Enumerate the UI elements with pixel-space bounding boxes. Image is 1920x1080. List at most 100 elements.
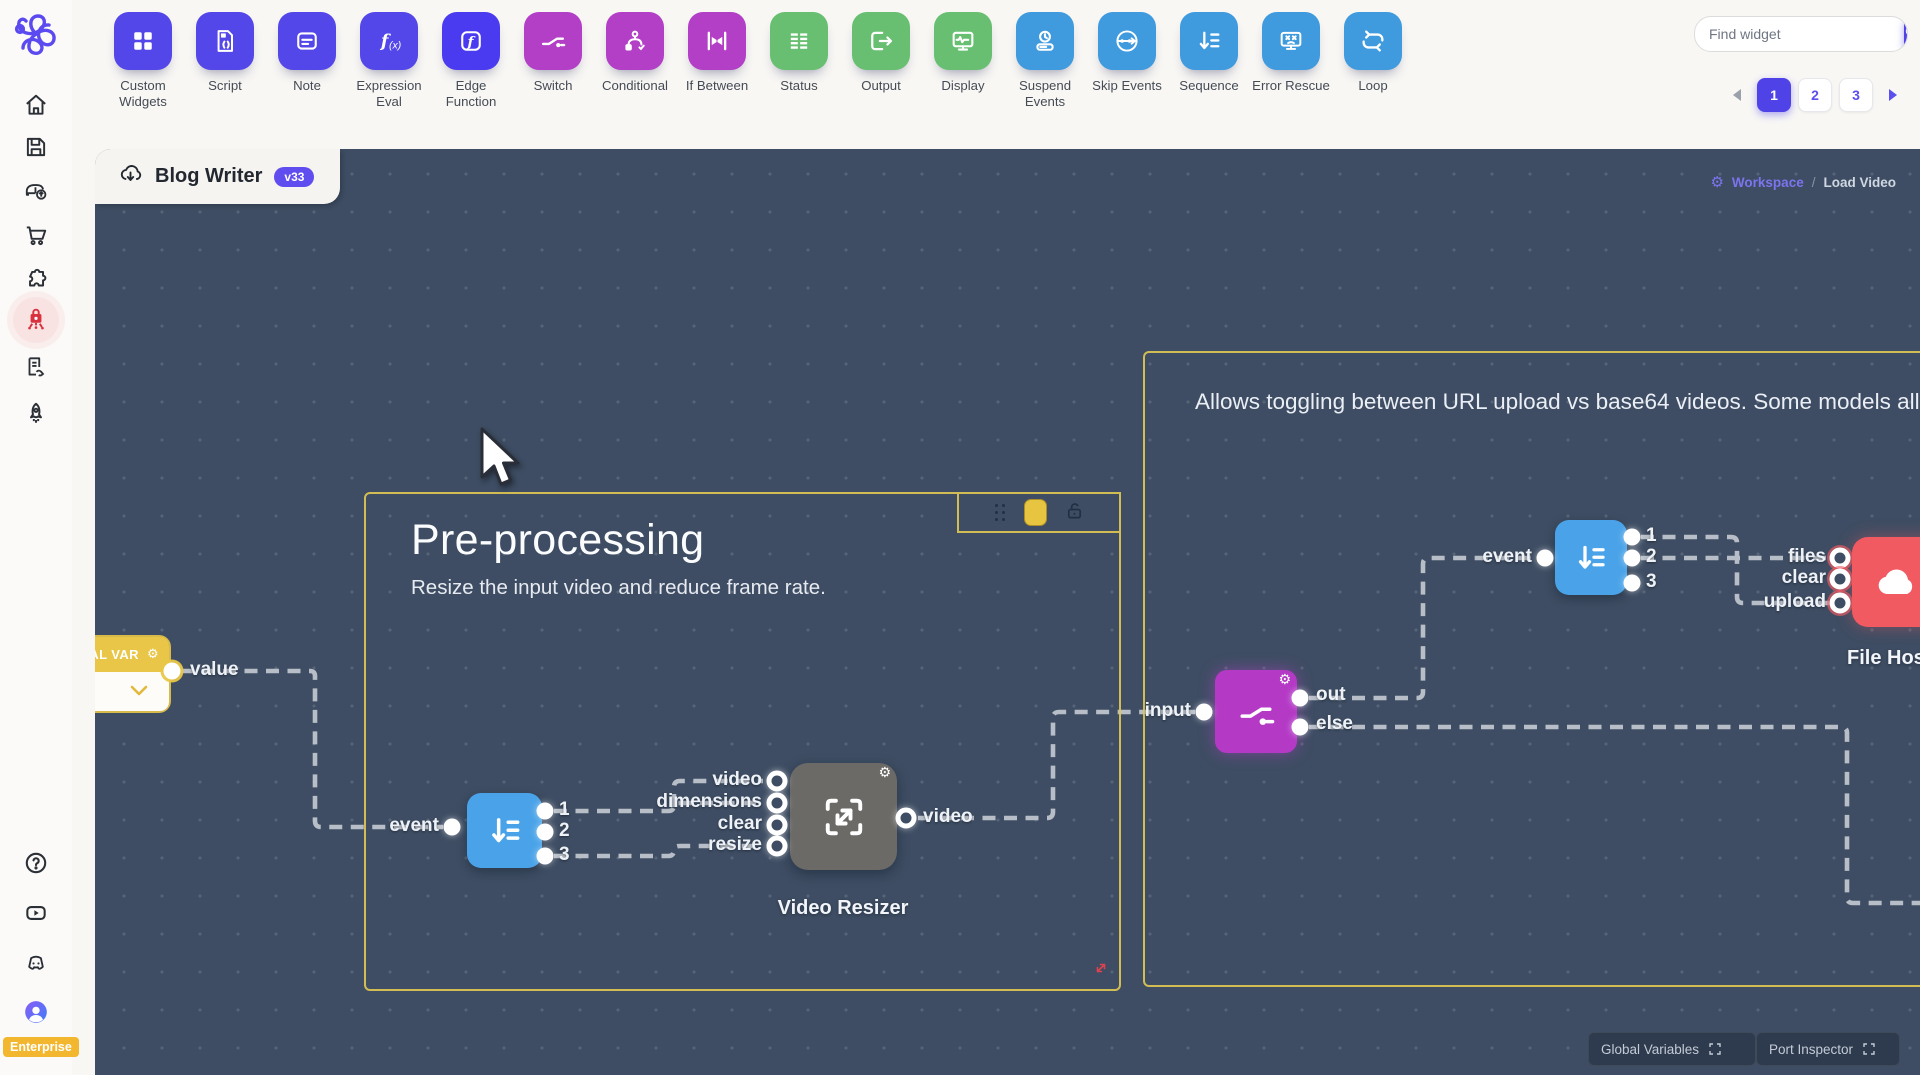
port-label-input: input [1145, 700, 1191, 722]
flow-canvas[interactable]: Blog Writer v33 ⚙ Workspace / Load Video… [95, 149, 1920, 1075]
node-file-host[interactable] [1852, 537, 1920, 627]
sequence-icon [1180, 12, 1238, 70]
widget-if-between[interactable]: If Between [676, 12, 758, 109]
port-resize-in[interactable] [767, 836, 788, 857]
gear-icon[interactable]: ⚙ [147, 647, 159, 662]
drag-handle-icon[interactable] [995, 504, 1006, 522]
port-seq-1[interactable] [537, 803, 554, 820]
port-event-in[interactable] [444, 819, 461, 836]
version-badge: v33 [274, 167, 314, 187]
next-page-button[interactable] [1880, 82, 1906, 108]
svg-text:f: f [467, 34, 477, 50]
widget-script[interactable]: Script [184, 12, 266, 109]
port-input-in[interactable] [1196, 704, 1213, 721]
global-var-select[interactable] [95, 672, 169, 711]
sidebar-item-discord[interactable] [23, 950, 49, 976]
group-subtitle: Resize the input video and reduce frame … [411, 576, 826, 600]
prev-page-button[interactable] [1724, 82, 1750, 108]
widget-status[interactable]: Status [758, 12, 840, 109]
page-button-1[interactable]: 1 [1757, 78, 1791, 112]
port-files-in[interactable] [1830, 548, 1851, 569]
widget-error-rescue[interactable]: Error Rescue [1250, 12, 1332, 109]
resize-icon [818, 791, 870, 843]
port-seq2-3[interactable] [1624, 575, 1641, 592]
port-video-in[interactable] [767, 771, 788, 792]
port-label-event: event [389, 815, 439, 837]
sidebar-item-secrets[interactable] [23, 307, 49, 333]
node-video-resizer[interactable]: ⚙ [790, 763, 897, 870]
widget-edge-function[interactable]: f Edge Function [430, 12, 512, 109]
node-sequence-left[interactable] [467, 793, 542, 868]
port-label-upload: upload [1764, 591, 1826, 613]
widget-expression-eval[interactable]: f(x) Expression Eval [348, 12, 430, 109]
global-variables-button[interactable]: Global Variables [1588, 1032, 1756, 1066]
port-clear2-in[interactable] [1830, 569, 1851, 590]
sidebar-item-contracts[interactable] [23, 354, 49, 380]
sidebar-item-deliveries[interactable] [23, 178, 49, 204]
app-logo-icon[interactable] [11, 10, 61, 60]
port-inspector-button[interactable]: Port Inspector [1756, 1032, 1900, 1066]
widget-custom-widgets[interactable]: Custom Widgets [102, 12, 184, 109]
sidebar-item-save[interactable] [23, 134, 49, 160]
group-title: Pre-processing [411, 516, 704, 565]
widget-output[interactable]: Output [840, 12, 922, 109]
port-dimensions-in[interactable] [767, 793, 788, 814]
port-inspector-label: Port Inspector [1769, 1042, 1853, 1057]
widget-switch[interactable]: Switch [512, 12, 594, 109]
sidebar-item-cart[interactable] [23, 222, 49, 248]
widget-toolbar: Custom Widgets Script Note f(x) Expressi… [72, 0, 1920, 149]
page-button-3[interactable]: 3 [1839, 78, 1873, 112]
port-label-out: out [1316, 684, 1346, 706]
port-out[interactable] [1292, 690, 1309, 707]
widget-display[interactable]: Display [922, 12, 1004, 109]
group-color-swatch[interactable] [1024, 499, 1047, 526]
sidebar-item-help[interactable] [23, 850, 49, 876]
port-seq-3[interactable] [537, 848, 554, 865]
widget-suspend-events[interactable]: Suspend Events [1004, 12, 1086, 109]
gear-icon[interactable]: ⚙ [1710, 173, 1723, 191]
widget-loop[interactable]: Loop [1332, 12, 1414, 109]
widget-note[interactable]: Note [266, 12, 348, 109]
node-sequence-right[interactable] [1555, 520, 1627, 595]
port-value-out[interactable] [164, 663, 181, 680]
flow-tab[interactable]: Blog Writer v33 [95, 149, 340, 204]
port-seq-2[interactable] [537, 824, 554, 841]
gear-icon[interactable]: ⚙ [1278, 673, 1291, 687]
port-upload-in[interactable] [1830, 593, 1851, 614]
node-switch[interactable]: ⚙ [1215, 670, 1297, 753]
sidebar-item-home[interactable] [23, 92, 49, 118]
port-else[interactable] [1292, 719, 1309, 736]
widget-conditional[interactable]: Conditional [594, 12, 676, 109]
port-label-video-in: video [712, 769, 762, 791]
group-toolbar [957, 492, 1121, 533]
sidebar-item-launch[interactable] [23, 400, 49, 426]
grid-icon [114, 12, 172, 70]
page-button-2[interactable]: 2 [1798, 78, 1832, 112]
widget-skip-events[interactable]: Skip Events [1086, 12, 1168, 109]
port-video-out[interactable] [896, 808, 917, 829]
node-global-var[interactable]: GLOBAL VAR ⚙ [95, 637, 169, 711]
port-seq2-2[interactable] [1624, 550, 1641, 567]
sidebar-item-account-avatar[interactable] [23, 999, 49, 1025]
widget-pagination: 1 2 3 [1724, 78, 1906, 112]
sidebar-item-plugins[interactable] [23, 266, 49, 292]
group-upload-toggle[interactable]: Allows toggling between URL upload vs ba… [1143, 351, 1920, 987]
sidebar-item-videos[interactable] [23, 900, 49, 926]
port-event2-in[interactable] [1537, 550, 1554, 567]
breadcrumb-workspace[interactable]: Workspace [1732, 175, 1804, 190]
sequence-icon [486, 812, 524, 850]
gear-icon[interactable]: ⚙ [878, 766, 891, 780]
search-button[interactable] [1904, 17, 1908, 51]
port-clear-in[interactable] [767, 815, 788, 836]
widget-sequence[interactable]: Sequence [1168, 12, 1250, 109]
group-resize-icon[interactable] [1095, 961, 1107, 979]
chevron-down-icon [127, 681, 151, 701]
port-seq2-1[interactable] [1624, 529, 1641, 546]
script-file-icon [196, 12, 254, 70]
app-window: Enterprise Custom Widgets Script Not [0, 0, 1920, 1080]
search-input[interactable] [1695, 26, 1904, 42]
unlock-icon[interactable] [1065, 501, 1084, 525]
group-preprocessing[interactable]: Pre-processing Resize the input video an… [364, 492, 1121, 991]
port-label-resize: resize [708, 834, 762, 856]
sequence-icon [1573, 540, 1609, 576]
